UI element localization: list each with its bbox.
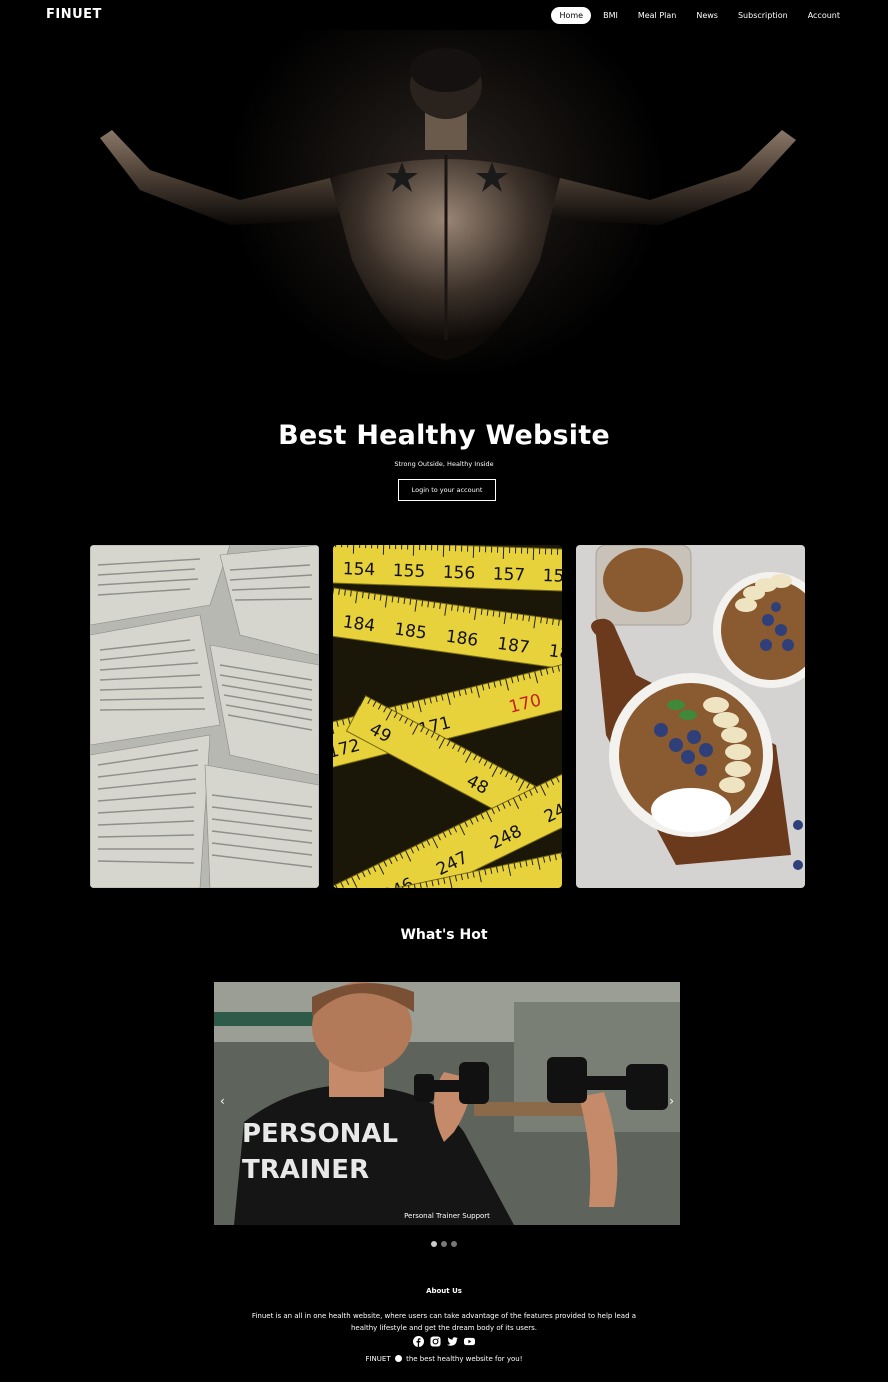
news-card[interactable] — [90, 545, 319, 888]
carousel-indicators — [0, 1241, 888, 1247]
tape-number: 154 — [342, 559, 375, 580]
nav-meal-plan[interactable]: Meal Plan — [630, 7, 685, 24]
nav-subscription[interactable]: Subscription — [730, 7, 796, 24]
footer-brand: FINUET — [365, 1355, 391, 1363]
heart-icon — [394, 1355, 402, 1362]
measuring-tape-image: 154 155 156 157 158184 185 186 187 1881721711704… — [333, 545, 562, 888]
footer-tagline-text: the best healthy website for you! — [406, 1355, 523, 1363]
hot-carousel: PERSONAL TRAINER ‹ › Personal Trainer Su… — [214, 982, 680, 1225]
slide-caption: Personal Trainer Support — [404, 1212, 490, 1220]
personal-trainer-image: PERSONAL TRAINER — [214, 982, 680, 1225]
brand-logo[interactable]: FINUET — [46, 7, 102, 22]
granola-bowl-image — [576, 545, 805, 888]
about-title: About Us — [426, 1287, 462, 1295]
carousel-dot[interactable] — [441, 1241, 447, 1247]
login-button[interactable]: Login to your account — [398, 479, 496, 501]
tape-number: 157 — [492, 564, 525, 585]
footer-tagline: FINUET the best healthy website for you! — [0, 1355, 888, 1363]
top-nav: FINUET Home BMI Meal Plan News Subscript… — [0, 0, 888, 30]
tape-strip: 154 155 156 157 158 — [333, 545, 562, 592]
nav-home[interactable]: Home — [551, 7, 592, 24]
nav-menu: Home BMI Meal Plan News Subscription Acc… — [551, 7, 848, 24]
about-text: Finuet is an all in one health website, … — [251, 1312, 637, 1332]
meal-plan-card[interactable] — [576, 545, 805, 888]
tape-number: 155 — [392, 561, 425, 582]
hero-subtitle: Strong Outside, Healthy Inside — [394, 460, 494, 468]
social-links — [0, 1336, 888, 1347]
hero-image — [0, 30, 888, 390]
nav-news[interactable]: News — [688, 7, 726, 24]
chevron-left-icon[interactable]: ‹ — [220, 1094, 225, 1108]
carousel-dot[interactable] — [431, 1241, 437, 1247]
whats-hot-title: What's Hot — [400, 927, 488, 943]
tape-number: 156 — [442, 563, 475, 584]
shirt-text-trainer: TRAINER — [242, 1155, 369, 1185]
chevron-right-icon[interactable]: › — [669, 1094, 674, 1108]
newspaper-image — [90, 545, 319, 888]
nav-account[interactable]: Account — [800, 7, 848, 24]
twitter-icon[interactable] — [447, 1336, 458, 1347]
instagram-icon[interactable] — [430, 1336, 441, 1347]
youtube-icon[interactable] — [464, 1336, 475, 1347]
nav-bmi[interactable]: BMI — [595, 7, 626, 24]
bmi-card[interactable]: 154 155 156 157 158 184 185 186 187 188 172 171 170 4… — [333, 545, 562, 888]
carousel-dot[interactable] — [451, 1241, 457, 1247]
tape-number: 158 — [542, 566, 562, 587]
shirt-text-personal: PERSONAL — [242, 1119, 398, 1149]
facebook-icon[interactable] — [413, 1336, 424, 1347]
hero-title: Best Healthy Website — [278, 420, 610, 451]
